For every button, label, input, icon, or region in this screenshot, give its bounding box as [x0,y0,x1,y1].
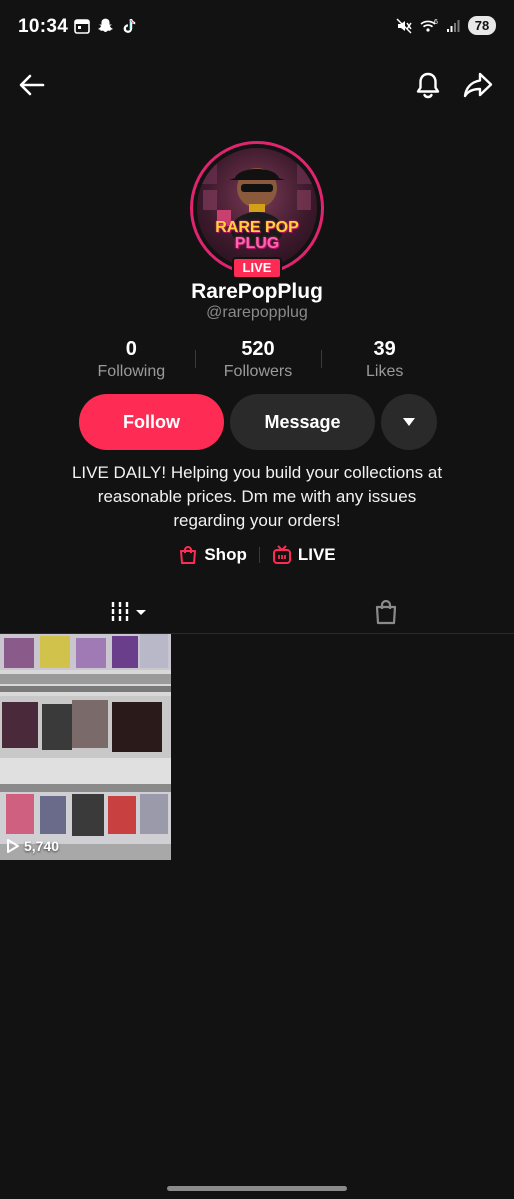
status-time: 10:34 [18,16,69,37]
back-button[interactable] [12,65,52,105]
snapchat-icon [98,18,113,32]
profile-bio: LIVE DAILY! Helping you build your colle… [71,463,443,530]
top-nav-bar [0,60,514,110]
follow-button[interactable]: Follow [79,394,224,450]
wifi-icon: 6 [420,19,438,32]
live-link-label: LIVE [297,545,336,564]
stat-followers[interactable]: 520 Followers [194,338,322,388]
view-count: 5,740 [6,838,59,854]
display-name: RarePopPlug [191,280,323,303]
home-indicator[interactable] [167,1186,347,1191]
stat-following[interactable]: 0 Following [68,338,195,388]
live-badge: LIVE [232,257,282,279]
avatar-live-ring: RARE POP PLUG [190,141,324,275]
stat-value: 39 [373,338,396,360]
avatar-logo-line1: RARE POP [215,219,299,236]
view-count-value: 5,740 [24,838,60,854]
profile-actions: Follow Message [79,394,437,450]
profile-links: Shop LIVE [0,545,514,565]
arrow-left-icon [19,74,45,96]
message-button[interactable]: Message [230,394,375,450]
battery-indicator: 78 [468,16,496,35]
mute-icon [396,18,412,33]
share-arrow-icon [463,72,493,98]
stat-label: Likes [366,363,404,380]
shopping-bag-icon [180,546,197,564]
shop-link-label: Shop [204,545,247,564]
signal-icon [447,19,460,32]
share-button[interactable] [458,65,498,105]
svg-text:6: 6 [434,19,438,26]
shopping-bag-outline-icon [375,599,396,624]
notification-bell-button[interactable] [408,65,448,105]
status-icons-right: 6 78 [396,16,496,35]
profile-stats: 0 Following 520 Followers 39 Likes [68,338,448,388]
caret-down-icon [403,418,415,426]
stat-label: Following [97,363,166,380]
status-bar: 10:34 6 78 [0,0,514,58]
video-preview-image [0,634,171,860]
live-link[interactable]: LIVE [272,545,336,565]
calendar-icon [74,18,90,34]
avatar-logo-text: RARE POP PLUG [205,220,309,252]
stat-label: Followers [223,363,293,380]
more-options-button[interactable] [381,394,437,450]
avatar-image: RARE POP PLUG [197,148,317,268]
link-divider [258,547,260,563]
status-icons-left [74,17,137,34]
tab-videos[interactable] [0,590,257,633]
tiktok-icon [123,18,136,33]
stat-value: 0 [125,338,137,360]
stat-value: 520 [241,338,275,360]
videos-grid-icon [111,601,146,622]
profile-avatar[interactable]: RARE POP PLUG LIVE [190,141,324,279]
live-tv-icon [272,545,291,564]
tab-shop[interactable] [257,590,514,633]
play-outline-icon [7,839,19,853]
content-tabs [0,590,514,634]
bell-icon [416,72,440,99]
avatar-logo-line2: PLUG [234,235,280,252]
video-thumbnail[interactable]: 5,740 [0,634,171,860]
stat-likes[interactable]: 39 Likes [321,338,448,388]
username-handle: @rarepopplug [206,304,308,321]
shop-link[interactable]: Shop [178,545,247,565]
